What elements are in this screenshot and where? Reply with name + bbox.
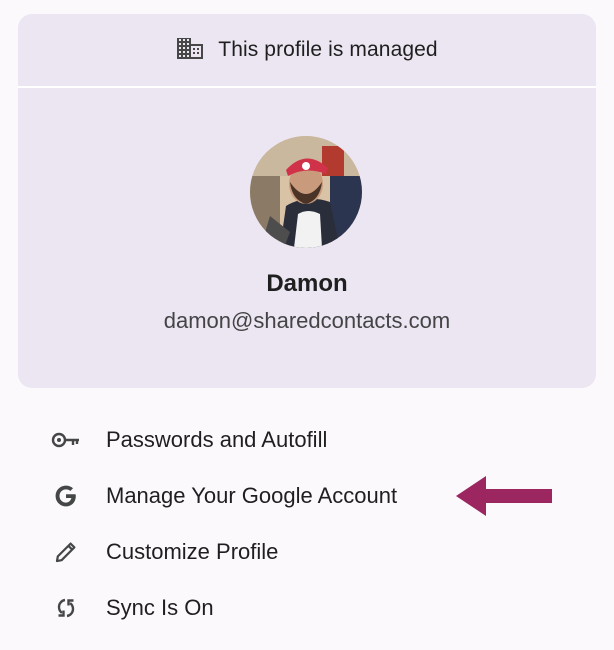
profile-card: This profile is managed Damon damon@shar… bbox=[18, 14, 596, 388]
google-icon bbox=[50, 480, 82, 512]
menu-item-sync[interactable]: Sync Is On bbox=[0, 580, 614, 636]
avatar bbox=[250, 136, 362, 248]
profile-name: Damon bbox=[266, 270, 348, 297]
menu-item-label: Manage Your Google Account bbox=[106, 483, 398, 508]
menu-item-label: Customize Profile bbox=[106, 539, 279, 564]
menu-item-customize-profile[interactable]: Customize Profile bbox=[0, 524, 614, 580]
menu-item-label: Passwords and Autofill bbox=[106, 427, 328, 452]
menu-item-label: Sync Is On bbox=[106, 595, 214, 620]
managed-banner: This profile is managed bbox=[18, 14, 596, 88]
profile-email: damon@sharedcontacts.com bbox=[163, 308, 451, 333]
profile-menu: Passwords and Autofill Manage Your Googl… bbox=[0, 412, 614, 636]
menu-item-passwords[interactable]: Passwords and Autofill bbox=[0, 412, 614, 468]
arrow-left-icon bbox=[456, 474, 554, 523]
pencil-icon bbox=[50, 536, 82, 568]
key-icon bbox=[50, 424, 82, 456]
managed-banner-text: This profile is managed bbox=[218, 38, 438, 61]
sync-icon bbox=[50, 592, 82, 624]
building-icon bbox=[176, 36, 204, 65]
